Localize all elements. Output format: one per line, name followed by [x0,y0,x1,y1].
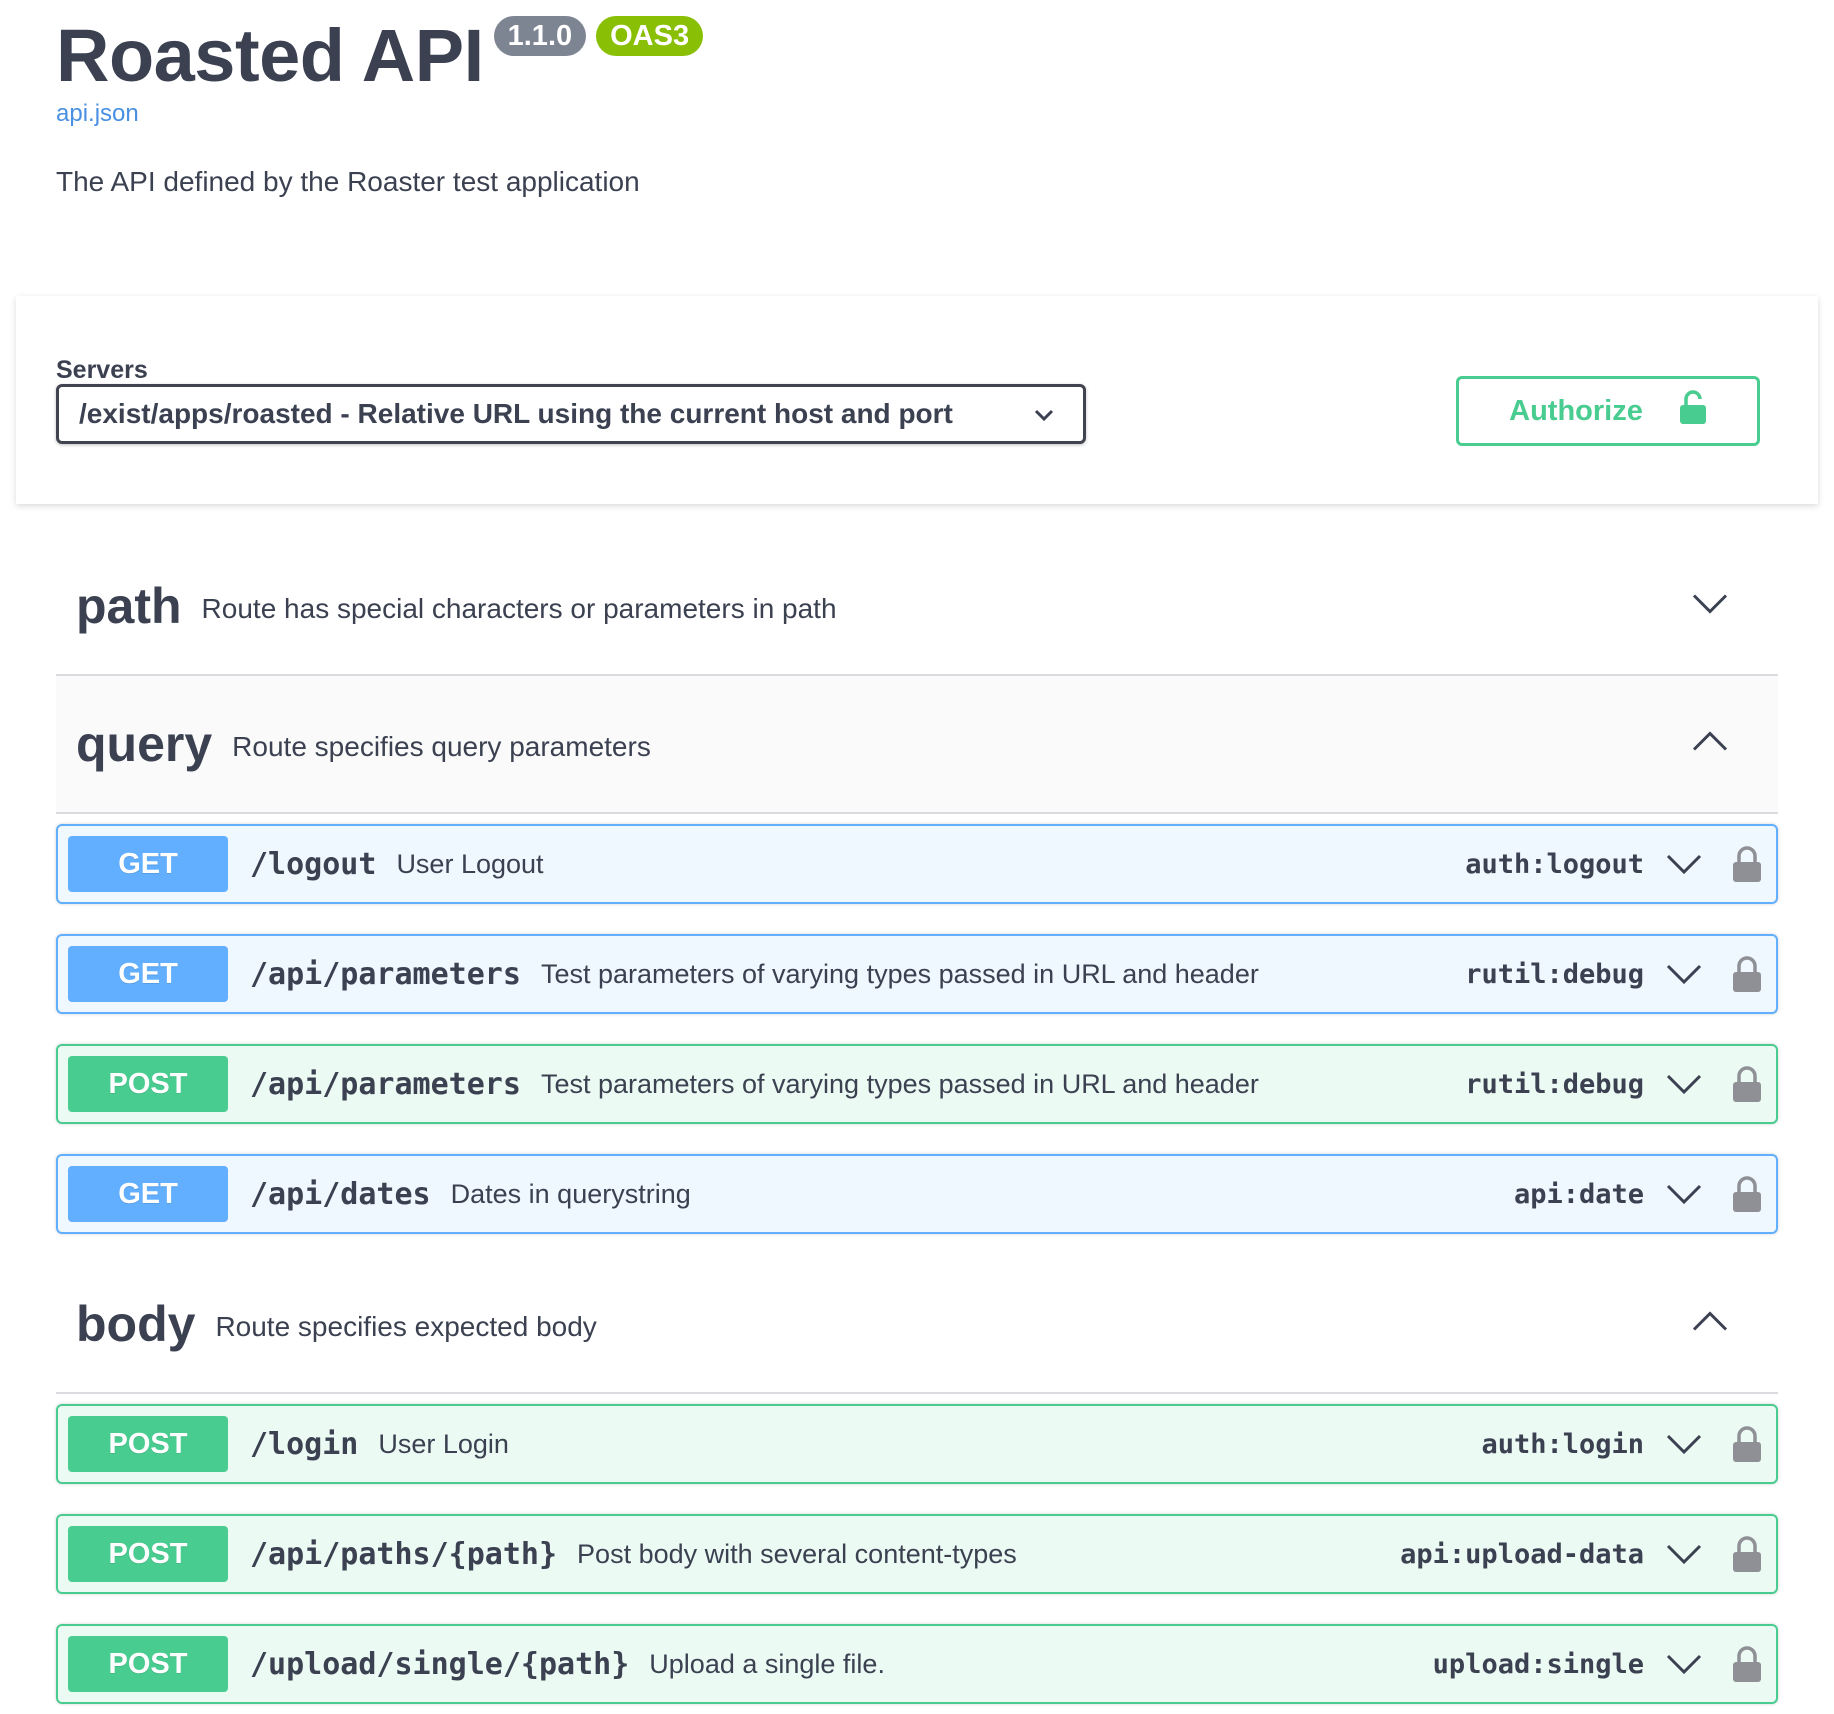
operation-path: /api/parameters [250,956,521,992]
operation-path: /api/dates [250,1176,431,1212]
lock-icon[interactable] [1732,1426,1762,1462]
lock-icon[interactable] [1732,1066,1762,1102]
chevron-down-icon[interactable] [1666,1073,1702,1095]
operation-summary: Post body with several content-types [577,1538,1017,1569]
operation-summary: User Logout [396,848,544,879]
operation-controls: upload:single [1433,1626,1764,1702]
server-select-value: /exist/apps/roasted - Relative URL using… [79,398,953,429]
version-badge: 1.1.0 [493,16,587,56]
server-select[interactable]: /exist/apps/roasted - Relative URL using… [56,384,1086,444]
operation-path: /upload/single/{path} [250,1646,630,1682]
api-description: The API defined by the Roaster test appl… [56,166,640,197]
spec-link[interactable]: api.json [56,100,139,128]
operation-id: api:date [1513,1178,1644,1210]
operation-path: /logout [250,846,377,882]
operation-controls: auth:login [1481,1406,1764,1482]
tag-description: Route specifies query parameters [232,731,651,762]
operation-summary: Test parameters of varying types passed … [540,958,1259,989]
chevron-down-icon [1033,401,1055,433]
operation-summary: Dates in querystring [450,1178,691,1209]
chevron-down-icon[interactable] [1666,853,1702,875]
authorize-button[interactable]: Authorize [1456,376,1760,446]
chevron-up-icon[interactable] [1692,731,1728,758]
operation-id: rutil:debug [1465,1068,1644,1100]
scheme-container: Servers /exist/apps/roasted - Relative U… [16,296,1818,504]
method-badge: GET [68,1166,228,1222]
operation-path: /api/parameters [250,1066,521,1102]
operation-controls: api:date [1514,1156,1764,1232]
operation-post-api-paths[interactable]: POST /api/paths/{path} Post body with se… [56,1514,1778,1594]
operation-controls: api:upload-data [1400,1516,1764,1592]
chevron-down-icon[interactable] [1666,1183,1702,1205]
operation-controls: rutil:debug [1465,936,1764,1012]
operation-id: auth:login [1481,1428,1644,1460]
tag-description: Route specifies expected body [215,1311,597,1342]
title-row: Roasted API 1.1.0 OAS3 [56,14,1778,98]
operation-path: /api/paths/{path} [250,1536,558,1572]
tag-name: body [76,1296,196,1352]
chevron-up-icon[interactable] [1692,1311,1728,1338]
operation-summary: Test parameters of varying types passed … [540,1068,1259,1099]
chevron-down-icon[interactable] [1666,1433,1702,1455]
unlock-icon [1679,390,1707,432]
chevron-down-icon[interactable] [1692,593,1728,620]
operation-id: upload:single [1432,1648,1644,1680]
chevron-down-icon[interactable] [1666,1653,1702,1675]
tag-body[interactable]: body Route specifies expected body [56,1256,1778,1394]
oas-badge: OAS3 [596,16,704,56]
operation-get-logout[interactable]: GET /logout User Logout auth:logout [56,824,1778,904]
method-badge: GET [68,946,228,1002]
method-badge: POST [68,1526,228,1582]
api-title: Roasted API [56,14,484,97]
method-badge: POST [68,1056,228,1112]
operation-post-api-parameters[interactable]: POST /api/parameters Test parameters of … [56,1044,1778,1124]
lock-icon[interactable] [1732,1536,1762,1572]
lock-icon[interactable] [1732,1176,1762,1212]
tag-name: path [76,578,182,634]
operation-path: /login [250,1426,359,1462]
operation-post-login[interactable]: POST /login User Login auth:login [56,1404,1778,1484]
tag-path[interactable]: path Route has special characters or par… [56,538,1778,676]
operation-summary: User Login [378,1428,509,1459]
operation-summary: Upload a single file. [649,1648,885,1679]
lock-icon[interactable] [1732,956,1762,992]
operation-controls: auth:logout [1465,826,1764,902]
api-info: Roasted API 1.1.0 OAS3 api.json The API … [56,14,1778,198]
method-badge: GET [68,836,228,892]
lock-icon[interactable] [1732,846,1762,882]
method-badge: POST [68,1416,228,1472]
servers-label: Servers [56,356,148,384]
tag-description: Route has special characters or paramete… [201,593,837,624]
operation-post-upload-single[interactable]: POST /upload/single/{path} Upload a sing… [56,1624,1778,1704]
tag-name: query [76,716,213,772]
method-badge: POST [68,1636,228,1692]
operation-get-api-parameters[interactable]: GET /api/parameters Test parameters of v… [56,934,1778,1014]
operation-controls: rutil:debug [1465,1046,1764,1122]
operation-id: api:upload-data [1400,1538,1644,1570]
chevron-down-icon[interactable] [1666,963,1702,985]
operation-id: auth:logout [1465,848,1644,880]
version-badges: 1.1.0 OAS3 [493,16,713,56]
tag-query[interactable]: query Route specifies query parameters [56,676,1778,814]
operation-id: rutil:debug [1465,958,1644,990]
operation-get-api-dates[interactable]: GET /api/dates Dates in querystring api:… [56,1154,1778,1234]
chevron-down-icon[interactable] [1666,1543,1702,1565]
authorize-label: Authorize [1509,394,1643,427]
lock-icon[interactable] [1732,1646,1762,1682]
